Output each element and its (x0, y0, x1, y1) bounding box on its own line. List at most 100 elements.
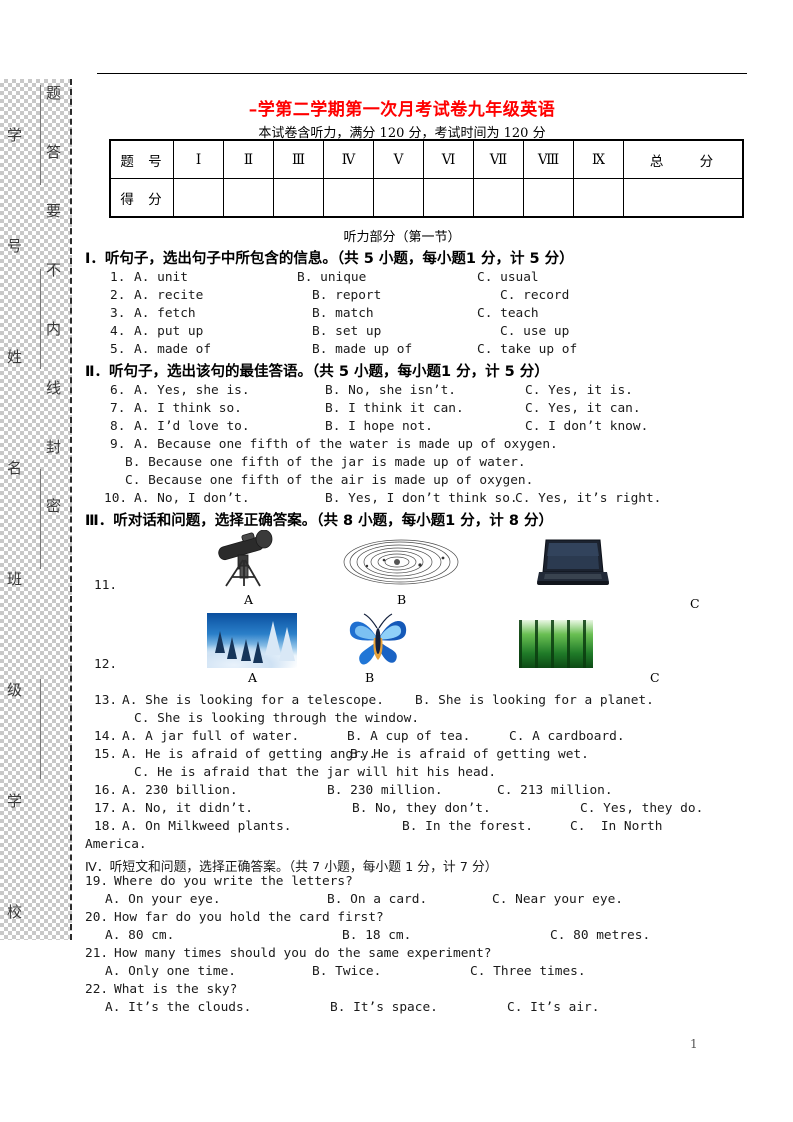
question-20-option-c[interactable]: C. 80 metres. (550, 928, 650, 943)
question-19-prompt: Where do you write the letters? (114, 874, 353, 889)
question-4-number: 4. (110, 324, 126, 339)
question-14-option-b[interactable]: B. A cup of tea. (347, 729, 470, 744)
question-15-option-c[interactable]: C. He is afraid that the jar will hit hi… (134, 765, 496, 780)
question-21-option-c[interactable]: C. Three times. (470, 964, 586, 979)
question-2-number: 2. (110, 288, 126, 303)
question-20-option-b[interactable]: B. 18 cm. (342, 928, 411, 943)
seal-divider-1 (40, 85, 41, 185)
score-cell-total[interactable] (623, 178, 744, 218)
seal-divider-2 (40, 269, 41, 369)
question-1-number: 1. (110, 270, 126, 285)
score-col-total: 总 分 (623, 139, 744, 179)
score-cell-4[interactable] (323, 178, 374, 218)
snow-landscape-image[interactable] (207, 613, 297, 668)
question-17-option-a[interactable]: A. No, it didn’t. (122, 801, 253, 816)
question-2-option-c[interactable]: C. record (500, 288, 569, 303)
table-row-scores: 得 分 (109, 178, 744, 218)
question-6-option-b[interactable]: B. No, she isn’t. (325, 383, 456, 398)
question-4-option-b[interactable]: B. set up (312, 324, 381, 339)
telescope-image[interactable] (200, 530, 300, 588)
question-18-option-b[interactable]: B. In the forest. (402, 819, 533, 834)
question-17-option-b[interactable]: B. No, they don’t. (352, 801, 491, 816)
question-8-option-a[interactable]: A. I’d love to. (134, 419, 250, 434)
question-10-option-c[interactable]: C. Yes, it’s right. (515, 491, 661, 506)
question-7-option-b[interactable]: B. I think it can. (325, 401, 464, 416)
score-cell-9[interactable] (573, 178, 624, 218)
question-21-option-a[interactable]: A. Only one time. (105, 964, 236, 979)
question-13-option-c[interactable]: C. She is looking through the window. (134, 711, 419, 726)
score-col-2: Ⅱ (223, 139, 274, 179)
score-col-6: Ⅵ (423, 139, 474, 179)
score-cell-5[interactable] (373, 178, 424, 218)
question-9-option-a[interactable]: A. Because one fifth of the water is mad… (134, 437, 558, 452)
question-17-option-c[interactable]: C. Yes, they do. (580, 801, 703, 816)
score-cell-8[interactable] (523, 178, 574, 218)
question-8-option-c[interactable]: C. I don’t know. (525, 419, 648, 434)
score-col-7: Ⅶ (473, 139, 524, 179)
question-16-option-b[interactable]: B. 230 million. (327, 783, 443, 798)
question-22-option-b[interactable]: B. It’s space. (330, 1000, 438, 1015)
score-table-row-label-score: 得 分 (109, 178, 174, 218)
question-22-option-a[interactable]: A. It’s the clouds. (105, 1000, 251, 1015)
question-17-number: 17. (94, 801, 118, 816)
question-9-option-b[interactable]: B. Because one fifth of the jar is made … (125, 455, 526, 470)
question-3-option-a[interactable]: A. fetch (134, 306, 196, 321)
question-4-option-c[interactable]: C. use up (500, 324, 569, 339)
question-10-option-a[interactable]: A. No, I don’t. (134, 491, 250, 506)
score-cell-6[interactable] (423, 178, 474, 218)
question-1-option-b[interactable]: B. unique (297, 270, 366, 285)
question-6-option-a[interactable]: A. Yes, she is. (134, 383, 250, 398)
question-21-number-text: 21. (85, 946, 109, 961)
butterfly-image[interactable] (344, 608, 414, 670)
laptop-image[interactable] (537, 536, 609, 588)
question-5-option-b[interactable]: B. made up of (312, 342, 412, 357)
question-15-option-b[interactable]: B. He is afraid of getting wet. (350, 747, 589, 762)
question-2-option-b[interactable]: B. report (312, 288, 381, 303)
question-1-option-a[interactable]: A. unit (134, 270, 188, 285)
question-22-option-c[interactable]: C. It’s air. (507, 1000, 599, 1015)
question-19-option-b[interactable]: B. On a card. (327, 892, 427, 907)
question-14-option-c[interactable]: C. A cardboard. (509, 729, 625, 744)
score-col-9: Ⅸ (573, 139, 624, 179)
question-20-option-a[interactable]: A. 80 cm. (105, 928, 174, 943)
question-3-option-c[interactable]: C. teach (477, 306, 539, 321)
question-21-prompt: How many times should you do the same ex… (114, 946, 492, 961)
score-cell-1[interactable] (173, 178, 224, 218)
forest-image[interactable] (519, 620, 593, 668)
question-18-option-c[interactable]: C. In North (570, 819, 662, 834)
question-11-option-a-label: A (244, 592, 254, 607)
question-4-option-a[interactable]: A. put up (134, 324, 203, 339)
listening-part-heading: 听力部分（第一节） (343, 230, 461, 245)
question-7-option-c[interactable]: C. Yes, it can. (525, 401, 641, 416)
score-cell-7[interactable] (473, 178, 524, 218)
question-20-number-text: 20. (85, 910, 109, 925)
question-13-option-b[interactable]: B. She is looking for a planet. (415, 693, 654, 708)
question-3-option-b[interactable]: B. match (312, 306, 374, 321)
question-18-option-a[interactable]: A. On Milkweed plants. (122, 819, 292, 834)
question-19-option-a[interactable]: A. On your eye. (105, 892, 221, 907)
question-16-option-a[interactable]: A. 230 billion. (122, 783, 238, 798)
question-19-option-c[interactable]: C. Near your eye. (492, 892, 623, 907)
question-1-option-c[interactable]: C. usual (477, 270, 539, 285)
question-21-option-b[interactable]: B. Twice. (312, 964, 381, 979)
question-15-option-a[interactable]: A. He is afraid of getting angry. (122, 747, 376, 762)
section-heading-3: Ⅲ．听对话和问题，选择正确答案。（共 8 小题，每小题1 分，计 8 分） (85, 513, 553, 529)
solar-system-image[interactable] (340, 538, 470, 586)
question-10-option-b[interactable]: B. Yes, I don’t think so. (325, 491, 518, 506)
question-18-option-c-wrap[interactable]: America. (85, 837, 147, 852)
header-rule (97, 73, 747, 74)
question-6-option-c[interactable]: C. Yes, it is. (525, 383, 633, 398)
question-2-option-a[interactable]: A. recite (134, 288, 203, 303)
question-8-option-b[interactable]: B. I hope not. (325, 419, 433, 434)
question-22-prompt: What is the sky? (114, 982, 238, 997)
question-5-option-c[interactable]: C. take up of (477, 342, 577, 357)
question-5-option-a[interactable]: A. made of (134, 342, 211, 357)
question-14-option-a[interactable]: A. A jar full of water. (122, 729, 299, 744)
question-7-option-a[interactable]: A. I think so. (134, 401, 242, 416)
seal-divider-4 (40, 679, 41, 779)
score-cell-3[interactable] (273, 178, 324, 218)
question-13-option-a[interactable]: A. She is looking for a telescope. (122, 693, 384, 708)
question-9-option-c[interactable]: C. Because one fifth of the air is made … (125, 473, 533, 488)
question-16-option-c[interactable]: C. 213 million. (497, 783, 613, 798)
score-cell-2[interactable] (223, 178, 274, 218)
